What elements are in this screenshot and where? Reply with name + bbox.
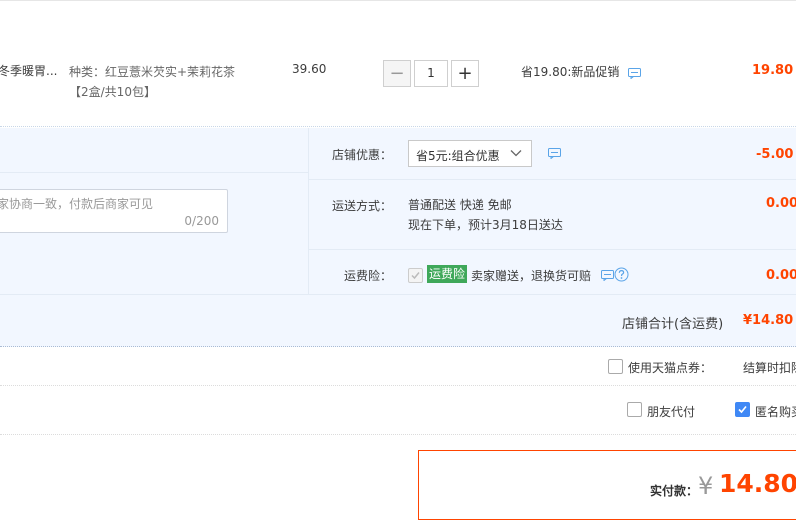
- insurance-amount: 0.00: [766, 268, 796, 283]
- anonymous-label: 匿名购买: [755, 405, 796, 419]
- panel-divider: [309, 179, 796, 180]
- panel-divider: [0, 294, 796, 295]
- shop-discount-value: 省5元:组合优惠: [416, 149, 500, 163]
- item-subtotal: 19.80: [752, 63, 794, 78]
- shop-discount-amount: -5.00: [756, 147, 794, 162]
- tmall-points-checkbox[interactable]: [608, 359, 623, 374]
- insurance-message-icon[interactable]: [601, 270, 614, 281]
- anonymous-checkbox[interactable]: [735, 402, 750, 417]
- payment-currency: ¥: [698, 472, 714, 500]
- panel-vertical-divider: [308, 128, 309, 294]
- shop-total-amount: ¥14.80: [743, 313, 794, 328]
- promo-message-icon[interactable]: [628, 68, 641, 79]
- item-title[interactable]: 冬季暖胃...: [0, 62, 57, 79]
- check-icon: [738, 405, 747, 414]
- quantity-plus-button[interactable]: +: [451, 60, 479, 87]
- shop-total-label: 店铺合计(含运费): [622, 317, 724, 332]
- quantity-input[interactable]: 1: [414, 60, 448, 87]
- insurance-checkbox: [408, 268, 423, 283]
- message-placeholder: 家协商一致，付款后商家可见: [0, 197, 154, 211]
- payment-amount: 14.80: [719, 469, 796, 498]
- tmall-points-label: 使用天猫点券：: [628, 361, 713, 375]
- check-icon: [411, 272, 420, 280]
- shipping-amount: 0.00: [766, 196, 796, 211]
- shipping-eta: 现在下单，预计3月18日送达: [408, 218, 563, 232]
- friend-pay-checkbox[interactable]: [627, 402, 642, 417]
- insurance-text: 卖家赠送，退换货可赔: [471, 269, 592, 283]
- message-counter: 0/200: [184, 214, 219, 228]
- help-icon[interactable]: [614, 267, 629, 282]
- panel-divider: [309, 249, 796, 250]
- shipping-method: 普通配送 快递 免邮: [408, 198, 512, 212]
- friend-pay-label: 朋友代付: [647, 405, 696, 419]
- discount-message-icon[interactable]: [548, 148, 561, 159]
- item-unit-price: 39.60: [292, 62, 327, 76]
- quantity-minus-button[interactable]: −: [383, 60, 411, 87]
- options-divider: [0, 385, 796, 387]
- chevron-down-icon: [510, 150, 522, 157]
- insurance-badge: 运费险: [427, 265, 468, 283]
- payment-label: 实付款：: [650, 484, 699, 498]
- insurance-label: 运费险：: [344, 269, 393, 283]
- shop-discount-label: 店铺优惠：: [332, 148, 393, 162]
- item-promo: 省19.80:新品促销: [521, 65, 620, 79]
- item-spec-line1: 种类：红豆薏米芡实+茉莉花茶: [69, 65, 236, 79]
- shop-discount-select[interactable]: 省5元:组合优惠: [408, 140, 532, 167]
- settle-note: 结算时扣除: [743, 361, 796, 375]
- buyer-message-input[interactable]: 家协商一致，付款后商家可见 0/200: [0, 189, 228, 233]
- shipping-label: 运送方式：: [332, 199, 393, 213]
- item-spec-line2: 【2盒/共10包】: [69, 85, 156, 99]
- panel-divider: [0, 172, 308, 173]
- options-divider: [0, 434, 796, 436]
